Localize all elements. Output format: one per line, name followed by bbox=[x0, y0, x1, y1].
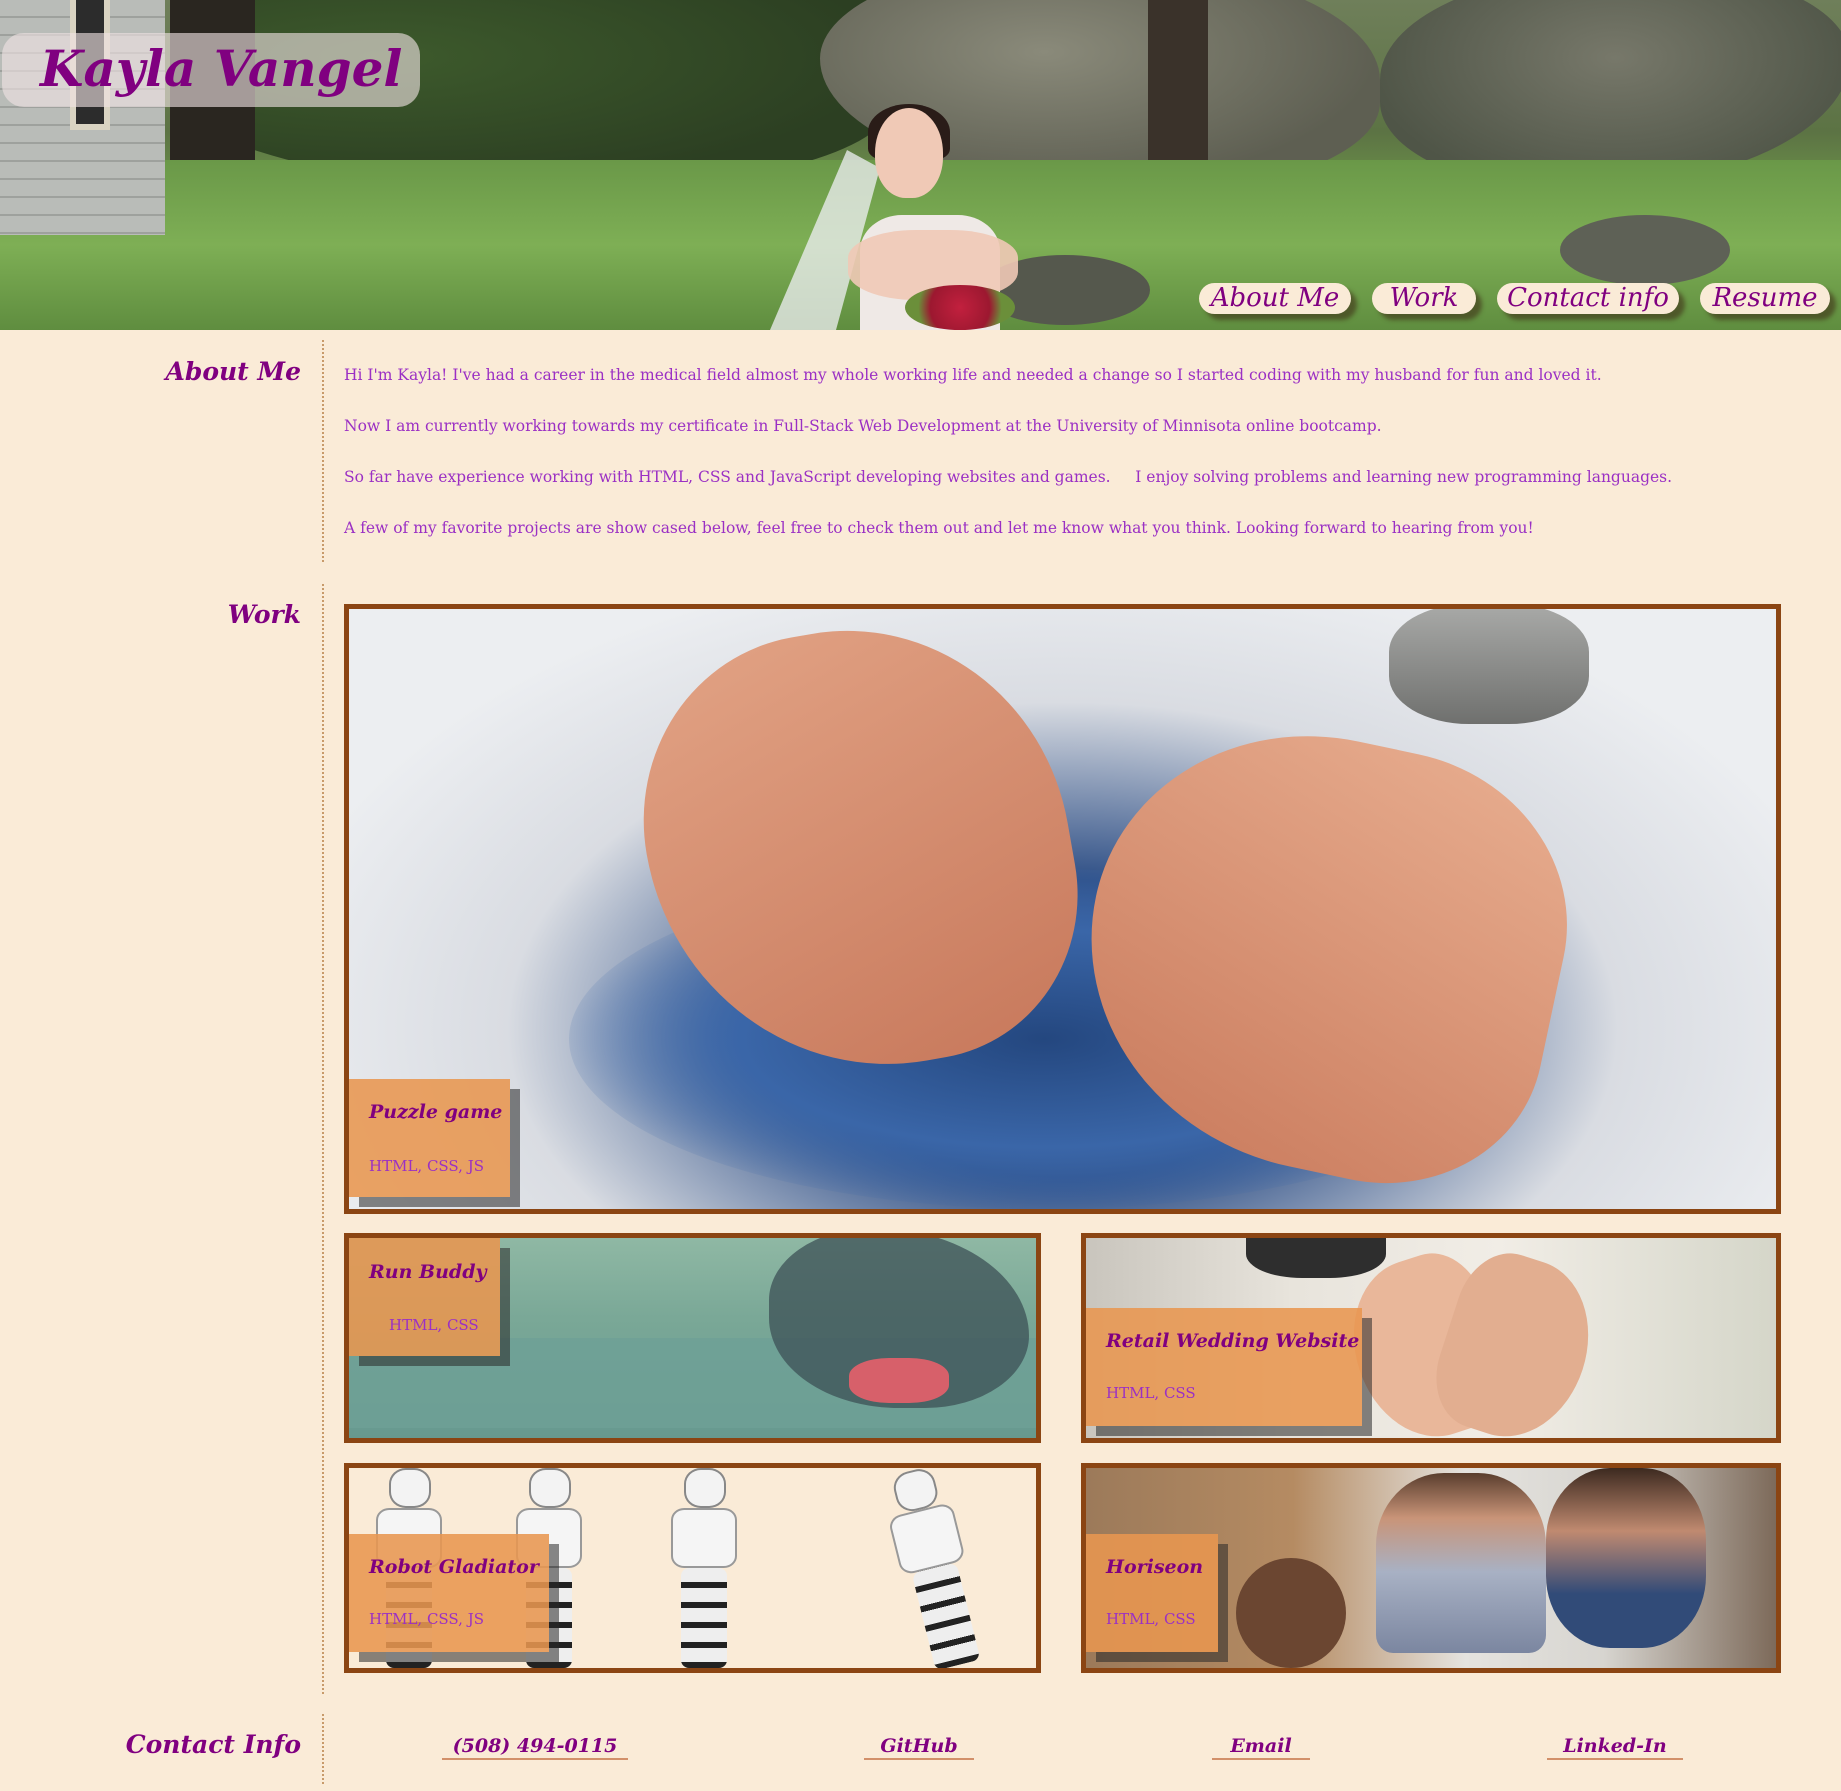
project-tech: HTML, CSS, JS bbox=[369, 1157, 484, 1175]
brand-badge: Kayla Vangel bbox=[2, 33, 420, 107]
project-card-run-buddy[interactable]: Run Buddy HTML, CSS bbox=[344, 1233, 1041, 1443]
contact-email-link[interactable]: Email bbox=[1212, 1735, 1310, 1760]
project-tech: HTML, CSS bbox=[1106, 1610, 1196, 1628]
nav-contact-info[interactable]: Contact info bbox=[1497, 283, 1679, 314]
puzzle-project-image bbox=[349, 609, 1776, 1209]
about-heading: About Me bbox=[165, 357, 301, 386]
project-title: Puzzle game bbox=[369, 1101, 503, 1123]
project-title: Horiseon bbox=[1106, 1556, 1204, 1578]
project-card-horiseon[interactable]: Horiseon HTML, CSS bbox=[1081, 1463, 1781, 1673]
work-divider bbox=[322, 584, 324, 1694]
project-tech: HTML, CSS bbox=[1106, 1384, 1196, 1402]
about-divider bbox=[322, 340, 324, 562]
work-heading: Work bbox=[227, 600, 301, 629]
nav-about-me[interactable]: About Me bbox=[1199, 283, 1351, 314]
project-label: Puzzle game HTML, CSS, JS bbox=[349, 1079, 510, 1197]
project-tech: HTML, CSS bbox=[389, 1316, 479, 1334]
site-title: Kayla Vangel bbox=[40, 39, 403, 98]
project-card-retail-wedding[interactable]: Retail Wedding Website HTML, CSS bbox=[1081, 1233, 1781, 1443]
contact-phone-link[interactable]: (508) 494-0115 bbox=[442, 1735, 628, 1760]
project-label: Retail Wedding Website HTML, CSS bbox=[1086, 1308, 1362, 1426]
contact-linkedin-link[interactable]: Linked-In bbox=[1547, 1735, 1683, 1760]
nav-work[interactable]: Work bbox=[1372, 283, 1476, 314]
project-label: Robot Gladiator HTML, CSS, JS bbox=[349, 1534, 549, 1652]
about-paragraph: A few of my favorite projects are show c… bbox=[344, 519, 1534, 537]
project-card-robot-gladiator[interactable]: Robot Gladiator HTML, CSS, JS bbox=[344, 1463, 1041, 1673]
project-title: Run Buddy bbox=[369, 1261, 487, 1283]
about-paragraph: Now I am currently working towards my ce… bbox=[344, 417, 1382, 435]
project-card-puzzle-game[interactable]: Puzzle game HTML, CSS, JS bbox=[344, 604, 1781, 1214]
nav-resume[interactable]: Resume bbox=[1700, 283, 1830, 314]
project-label: Run Buddy HTML, CSS bbox=[349, 1238, 500, 1356]
main-nav: About Me Work Contact info Resume bbox=[0, 283, 1841, 317]
about-paragraph: Hi I'm Kayla! I've had a career in the m… bbox=[344, 366, 1602, 384]
about-paragraph: So far have experience working with HTML… bbox=[344, 468, 1673, 486]
project-title: Retail Wedding Website bbox=[1106, 1330, 1360, 1352]
project-title: Robot Gladiator bbox=[369, 1556, 539, 1578]
contact-github-link[interactable]: GitHub bbox=[864, 1735, 974, 1760]
contact-divider bbox=[322, 1714, 324, 1784]
project-label: Horiseon HTML, CSS bbox=[1086, 1534, 1218, 1652]
contact-heading: Contact Info bbox=[125, 1730, 301, 1759]
project-tech: HTML, CSS, JS bbox=[369, 1610, 484, 1628]
